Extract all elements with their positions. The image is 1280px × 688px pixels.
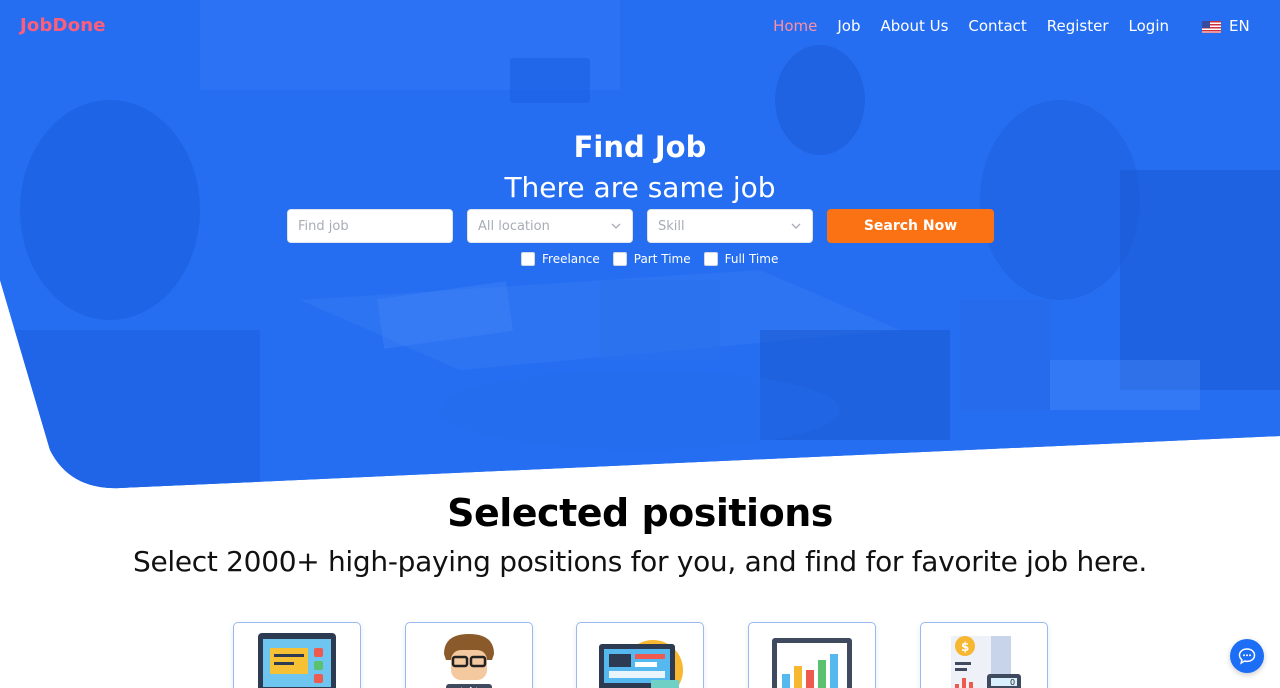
position-card-analytics[interactable] [748,622,876,688]
part-time-label: Part Time [633,252,691,266]
skill-select[interactable]: Skill [647,209,813,243]
job-type-filters: Freelance Part Time Full Time [521,252,791,266]
filter-part-time[interactable]: Part Time [612,252,691,266]
filter-full-time[interactable]: Full Time [703,252,779,266]
us-flag-icon [1202,20,1221,33]
nav-job[interactable]: Job [837,17,860,35]
position-card-developer[interactable] [405,622,533,688]
web-design-icon [258,633,336,688]
brand-logo[interactable]: JobDone [20,15,106,36]
freelance-checkbox[interactable] [521,252,535,266]
location-select[interactable]: All location [467,209,633,243]
nav-about-us[interactable]: About Us [880,17,948,35]
hero-title: Find Job [573,130,707,164]
hero-background [0,0,1280,500]
chat-button[interactable] [1230,639,1264,673]
job-search-field[interactable] [287,209,453,243]
nav-register[interactable]: Register [1047,17,1109,35]
position-card-dashboard[interactable] [576,622,704,688]
hero-subtitle: There are same job [504,171,776,204]
position-card-web-design[interactable] [233,622,361,688]
position-card-finance[interactable]: $ 0 [920,622,1048,688]
full-time-label: Full Time [724,252,779,266]
nav-login[interactable]: Login [1129,17,1169,35]
chevron-down-icon [611,223,621,229]
full-time-checkbox[interactable] [703,252,718,266]
position-cards: $ 0 [0,622,1280,688]
job-search-input[interactable] [298,219,442,234]
language-code: EN [1229,17,1250,35]
part-time-checkbox[interactable] [612,252,627,266]
chat-bubble-icon [1238,648,1256,665]
dashboard-icon [599,640,683,688]
nav-contact[interactable]: Contact [968,17,1026,35]
developer-icon [444,634,494,688]
svg-text:0: 0 [1010,678,1015,687]
freelance-label: Freelance [542,252,600,266]
nav-links: Home Job About Us Contact Register Login [753,17,1169,35]
filter-freelance[interactable]: Freelance [521,252,600,266]
finance-calculator-icon: $ 0 [951,636,1021,688]
nav-home[interactable]: Home [773,17,817,35]
positions-title: Selected positions [447,491,833,535]
skill-select-value: Skill [658,219,685,234]
chevron-down-icon [791,223,801,229]
location-select-value: All location [478,219,550,234]
positions-subtitle: Select 2000+ high-paying positions for y… [132,545,1148,578]
analytics-chart-icon [772,638,852,688]
language-selector[interactable]: EN [1202,17,1250,35]
hero-section: JobDone Home Job About Us Contact Regist… [0,0,1280,500]
svg-text:$: $ [961,640,969,654]
search-now-button[interactable]: Search Now [827,209,994,243]
top-navbar: JobDone Home Job About Us Contact Regist… [0,0,1280,54]
